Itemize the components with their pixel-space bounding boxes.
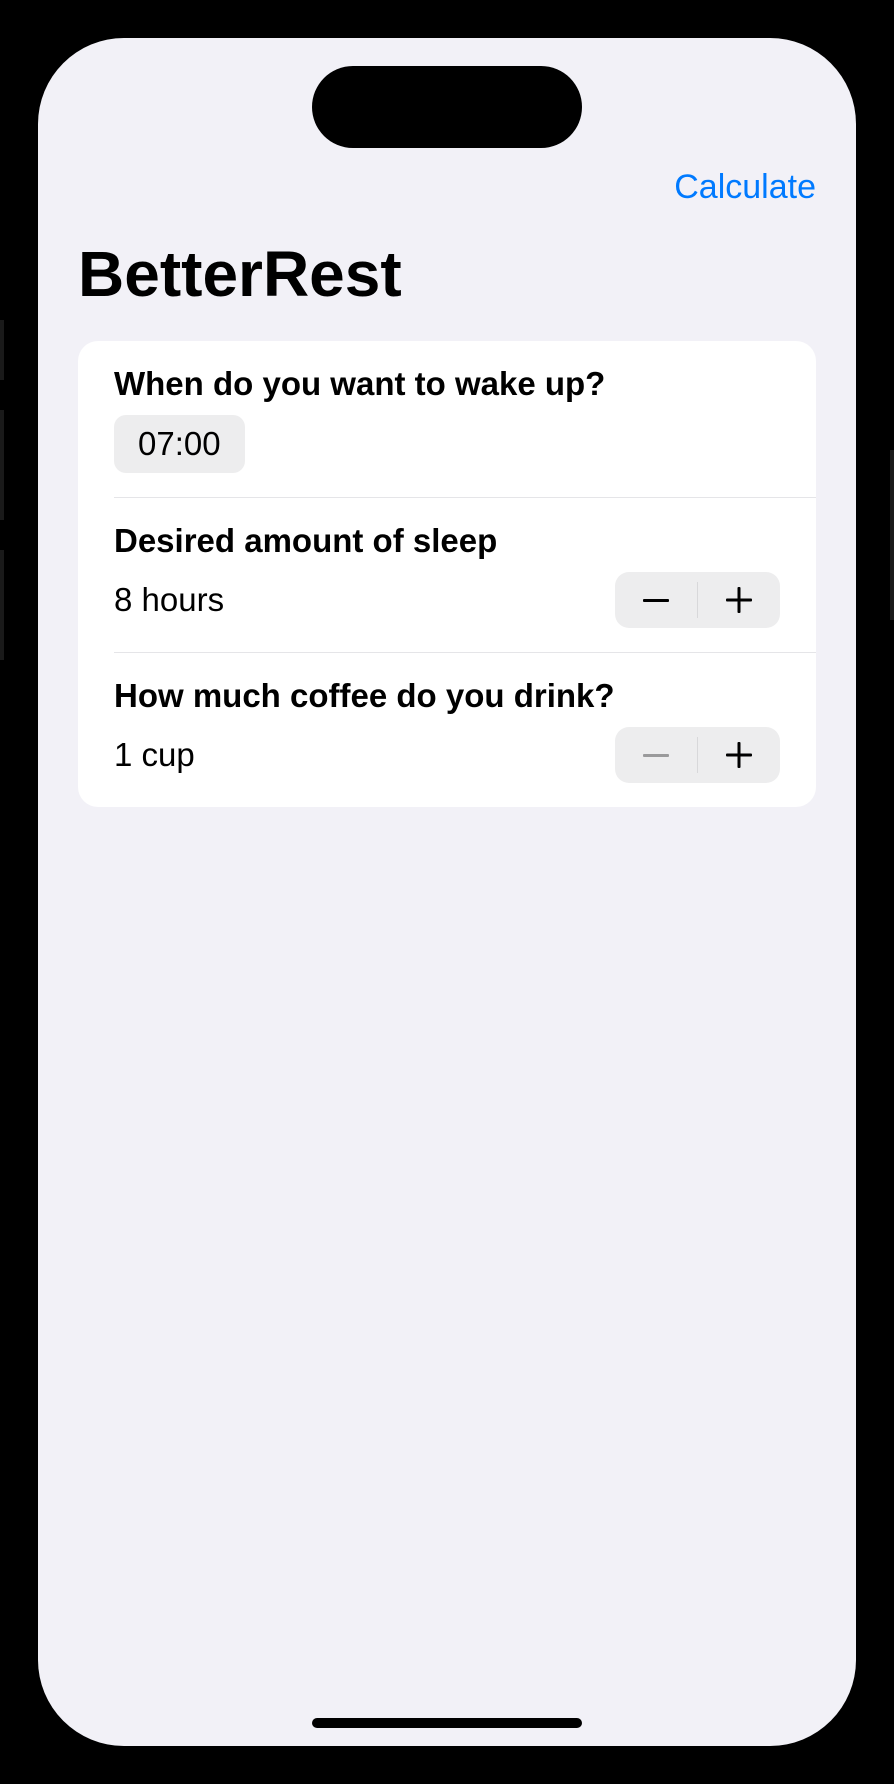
calculate-button[interactable]: Calculate bbox=[674, 168, 816, 207]
device-border: Calculate BetterRest When do you want to… bbox=[24, 24, 870, 1760]
device-frame: Calculate BetterRest When do you want to… bbox=[0, 0, 894, 1784]
wake-section: When do you want to wake up? 07:00 bbox=[78, 341, 816, 497]
coffee-section: How much coffee do you drink? 1 cup bbox=[114, 652, 816, 807]
app-content: Calculate BetterRest When do you want to… bbox=[38, 38, 856, 1746]
minus-icon bbox=[643, 754, 669, 757]
dynamic-island bbox=[312, 66, 582, 148]
coffee-decrement-button[interactable] bbox=[615, 727, 697, 783]
sleep-section: Desired amount of sleep 8 hours bbox=[114, 497, 816, 652]
silent-switch bbox=[0, 320, 4, 380]
volume-down-button bbox=[0, 550, 4, 660]
sleep-increment-button[interactable] bbox=[698, 572, 780, 628]
volume-up-button bbox=[0, 410, 4, 520]
wake-title: When do you want to wake up? bbox=[114, 365, 780, 403]
sleep-decrement-button[interactable] bbox=[615, 572, 697, 628]
minus-icon bbox=[643, 599, 669, 602]
coffee-stepper-row: 1 cup bbox=[114, 727, 780, 783]
plus-icon bbox=[726, 742, 752, 768]
home-indicator[interactable] bbox=[312, 1718, 582, 1728]
screen: Calculate BetterRest When do you want to… bbox=[38, 38, 856, 1746]
wake-time-picker[interactable]: 07:00 bbox=[114, 415, 245, 473]
sleep-value: 8 hours bbox=[114, 581, 224, 619]
coffee-stepper bbox=[615, 727, 780, 783]
power-button bbox=[890, 450, 894, 620]
sleep-stepper bbox=[615, 572, 780, 628]
navigation-bar: Calculate bbox=[38, 168, 856, 217]
form-card: When do you want to wake up? 07:00 Desir… bbox=[78, 341, 816, 807]
plus-icon bbox=[726, 587, 752, 613]
coffee-increment-button[interactable] bbox=[698, 727, 780, 783]
sleep-title: Desired amount of sleep bbox=[114, 522, 780, 560]
coffee-value: 1 cup bbox=[114, 736, 195, 774]
coffee-title: How much coffee do you drink? bbox=[114, 677, 780, 715]
sleep-stepper-row: 8 hours bbox=[114, 572, 780, 628]
page-title: BetterRest bbox=[38, 217, 856, 341]
